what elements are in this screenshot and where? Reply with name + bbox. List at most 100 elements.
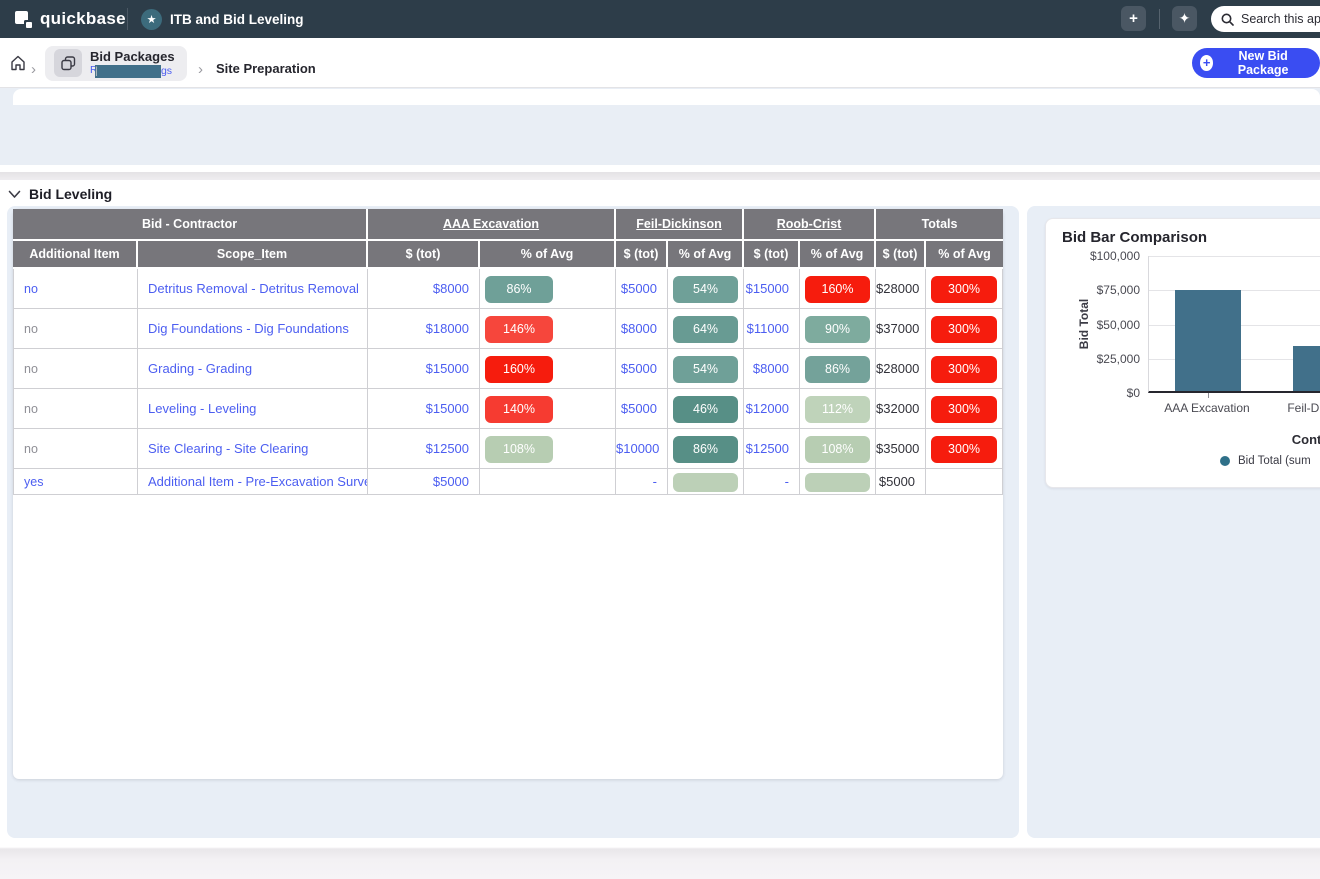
pct-of-avg-cell: 54% bbox=[668, 269, 744, 309]
bid-amount-cell: $28000 bbox=[876, 269, 926, 309]
pct-of-avg-cell bbox=[668, 469, 744, 495]
breadcrumb-table-chip[interactable]: Bid Packages Reports | Settings bbox=[45, 46, 187, 81]
gridline bbox=[1149, 256, 1320, 257]
bid-amount-cell[interactable]: $8000 bbox=[616, 309, 668, 349]
scope-item-link[interactable]: Additional Item - Pre-Excavation Survey bbox=[138, 469, 368, 495]
column-header: % of Avg bbox=[800, 241, 876, 269]
chart-bar[interactable] bbox=[1175, 290, 1241, 391]
chart-title: Bid Bar Comparison bbox=[1062, 229, 1207, 246]
breadcrumb-chevron bbox=[31, 61, 36, 78]
table-row: noSite Clearing - Site Clearing$12500108… bbox=[13, 429, 1003, 469]
bid-amount-cell[interactable]: $5000 bbox=[616, 349, 668, 389]
bid-amount-cell[interactable]: $18000 bbox=[368, 309, 480, 349]
column-header: $ (tot) bbox=[368, 241, 480, 269]
bid-amount-cell[interactable]: $15000 bbox=[744, 269, 800, 309]
bid-amount-cell[interactable]: $11000 bbox=[744, 309, 800, 349]
ai-sparkle-button[interactable] bbox=[1172, 6, 1197, 31]
contractor-column-link[interactable]: Feil-Dickinson bbox=[616, 209, 744, 241]
table-row: noDetritus Removal - Detritus Removal$80… bbox=[13, 269, 1003, 309]
collapse-chevron-icon[interactable] bbox=[8, 190, 21, 199]
global-add-button[interactable]: + bbox=[1121, 6, 1146, 31]
table-row: yesAdditional Item - Pre-Excavation Surv… bbox=[13, 469, 1003, 495]
x-category-label: Feil-Dickinson bbox=[1255, 401, 1320, 415]
bid-amount-cell[interactable]: $5000 bbox=[616, 269, 668, 309]
pct-of-avg-badge: 300% bbox=[931, 436, 997, 463]
pct-of-avg-badge: 86% bbox=[673, 436, 738, 463]
scope-item-link[interactable]: Site Clearing - Site Clearing bbox=[138, 429, 368, 469]
app-search-input[interactable]: Search this app bbox=[1211, 6, 1320, 32]
bid-amount-cell[interactable]: $15000 bbox=[368, 389, 480, 429]
bid-leveling-table-card: Bid - ContractorAAA ExcavationFeil-Dicki… bbox=[13, 209, 1003, 779]
pct-of-avg-cell: 300% bbox=[926, 349, 1003, 389]
pct-of-avg-cell: 90% bbox=[800, 309, 876, 349]
pct-of-avg-cell: 108% bbox=[480, 429, 616, 469]
pct-of-avg-badge: 46% bbox=[673, 396, 738, 423]
bid-amount-cell[interactable]: - bbox=[616, 469, 668, 495]
bid-amount-cell[interactable]: $12500 bbox=[368, 429, 480, 469]
pct-of-avg-cell: 300% bbox=[926, 429, 1003, 469]
column-header: % of Avg bbox=[668, 241, 744, 269]
pct-of-avg-badge: 64% bbox=[673, 316, 738, 343]
additional-item-cell[interactable]: no bbox=[13, 269, 138, 309]
pct-of-avg-cell: 112% bbox=[800, 389, 876, 429]
pct-of-avg-cell: 160% bbox=[800, 269, 876, 309]
plus-circle-icon bbox=[1200, 55, 1213, 71]
bid-amount-cell[interactable]: $8000 bbox=[368, 269, 480, 309]
pct-of-avg-cell: 108% bbox=[800, 429, 876, 469]
contractor-column-link[interactable]: Roob-Crist bbox=[744, 209, 876, 241]
topbar-separator bbox=[1159, 9, 1160, 29]
x-tick-mark bbox=[1208, 393, 1209, 398]
bid-leveling-table: Bid - ContractorAAA ExcavationFeil-Dicki… bbox=[13, 209, 1003, 495]
scope-item-link[interactable]: Leveling - Leveling bbox=[138, 389, 368, 429]
bid-amount-cell[interactable]: $15000 bbox=[368, 349, 480, 389]
y-tick-label: $25,000 bbox=[1070, 352, 1140, 366]
home-icon[interactable] bbox=[10, 55, 26, 71]
bid-amount-cell: $35000 bbox=[876, 429, 926, 469]
bid-amount-cell[interactable]: $5000 bbox=[368, 469, 480, 495]
chip-links-divider: | bbox=[95, 65, 161, 78]
pct-of-avg-badge: 300% bbox=[931, 276, 997, 303]
bid-amount-cell: $5000 bbox=[876, 469, 926, 495]
pct-of-avg-badge: 160% bbox=[485, 356, 553, 383]
bid-amount-cell[interactable]: $12500 bbox=[744, 429, 800, 469]
scope-item-link[interactable]: Detritus Removal - Detritus Removal bbox=[138, 269, 368, 309]
breadcrumb-chevron bbox=[198, 61, 203, 78]
section-divider bbox=[0, 172, 1320, 180]
chart-plot-area bbox=[1148, 256, 1320, 393]
additional-item-cell: no bbox=[13, 429, 138, 469]
contractor-column-link[interactable]: AAA Excavation bbox=[368, 209, 616, 241]
bid-amount-cell[interactable]: $12000 bbox=[744, 389, 800, 429]
pct-of-avg-badge: 140% bbox=[485, 396, 553, 423]
bid-bar-comparison-card: Bid Bar Comparison Bid Total Contractor … bbox=[1045, 218, 1320, 488]
quickbase-logo-icon bbox=[14, 10, 33, 29]
chart-bar[interactable] bbox=[1293, 346, 1320, 391]
bid-amount-cell[interactable]: $5000 bbox=[616, 389, 668, 429]
pct-of-avg-badge: 108% bbox=[485, 436, 553, 463]
column-header: % of Avg bbox=[480, 241, 616, 269]
app-home-link[interactable]: ITB and Bid Leveling bbox=[141, 0, 304, 38]
pct-of-avg-cell: 300% bbox=[926, 389, 1003, 429]
pct-of-avg-cell: 46% bbox=[668, 389, 744, 429]
additional-item-cell[interactable]: yes bbox=[13, 469, 138, 495]
pct-of-avg-badge: 54% bbox=[673, 356, 738, 383]
table-row: noLeveling - Leveling$15000140%$500046%$… bbox=[13, 389, 1003, 429]
bid-amount-cell[interactable]: $8000 bbox=[744, 349, 800, 389]
new-bid-package-button[interactable]: New Bid Package bbox=[1192, 48, 1320, 78]
pct-of-avg-cell: 146% bbox=[480, 309, 616, 349]
topbar: quickbase ITB and Bid Leveling + Search … bbox=[0, 0, 1320, 38]
quickbase-logo[interactable]: quickbase bbox=[14, 0, 126, 38]
bid-amount-cell[interactable]: $10000 bbox=[616, 429, 668, 469]
topbar-divider bbox=[127, 8, 128, 30]
pct-of-avg-badge: 108% bbox=[805, 436, 870, 463]
breadcrumb-table-name[interactable]: Bid Packages bbox=[90, 49, 175, 64]
section-title: Bid Leveling bbox=[29, 186, 112, 202]
bid-amount-cell[interactable]: - bbox=[744, 469, 800, 495]
scope-item-link[interactable]: Grading - Grading bbox=[138, 349, 368, 389]
pct-of-avg-badge: 90% bbox=[805, 316, 870, 343]
copy-icon bbox=[60, 55, 77, 72]
bid-amount-cell: $28000 bbox=[876, 349, 926, 389]
scope-item-link[interactable]: Dig Foundations - Dig Foundations bbox=[138, 309, 368, 349]
table-row: noDig Foundations - Dig Foundations$1800… bbox=[13, 309, 1003, 349]
column-header: $ (tot) bbox=[616, 241, 668, 269]
bid-amount-cell: $37000 bbox=[876, 309, 926, 349]
